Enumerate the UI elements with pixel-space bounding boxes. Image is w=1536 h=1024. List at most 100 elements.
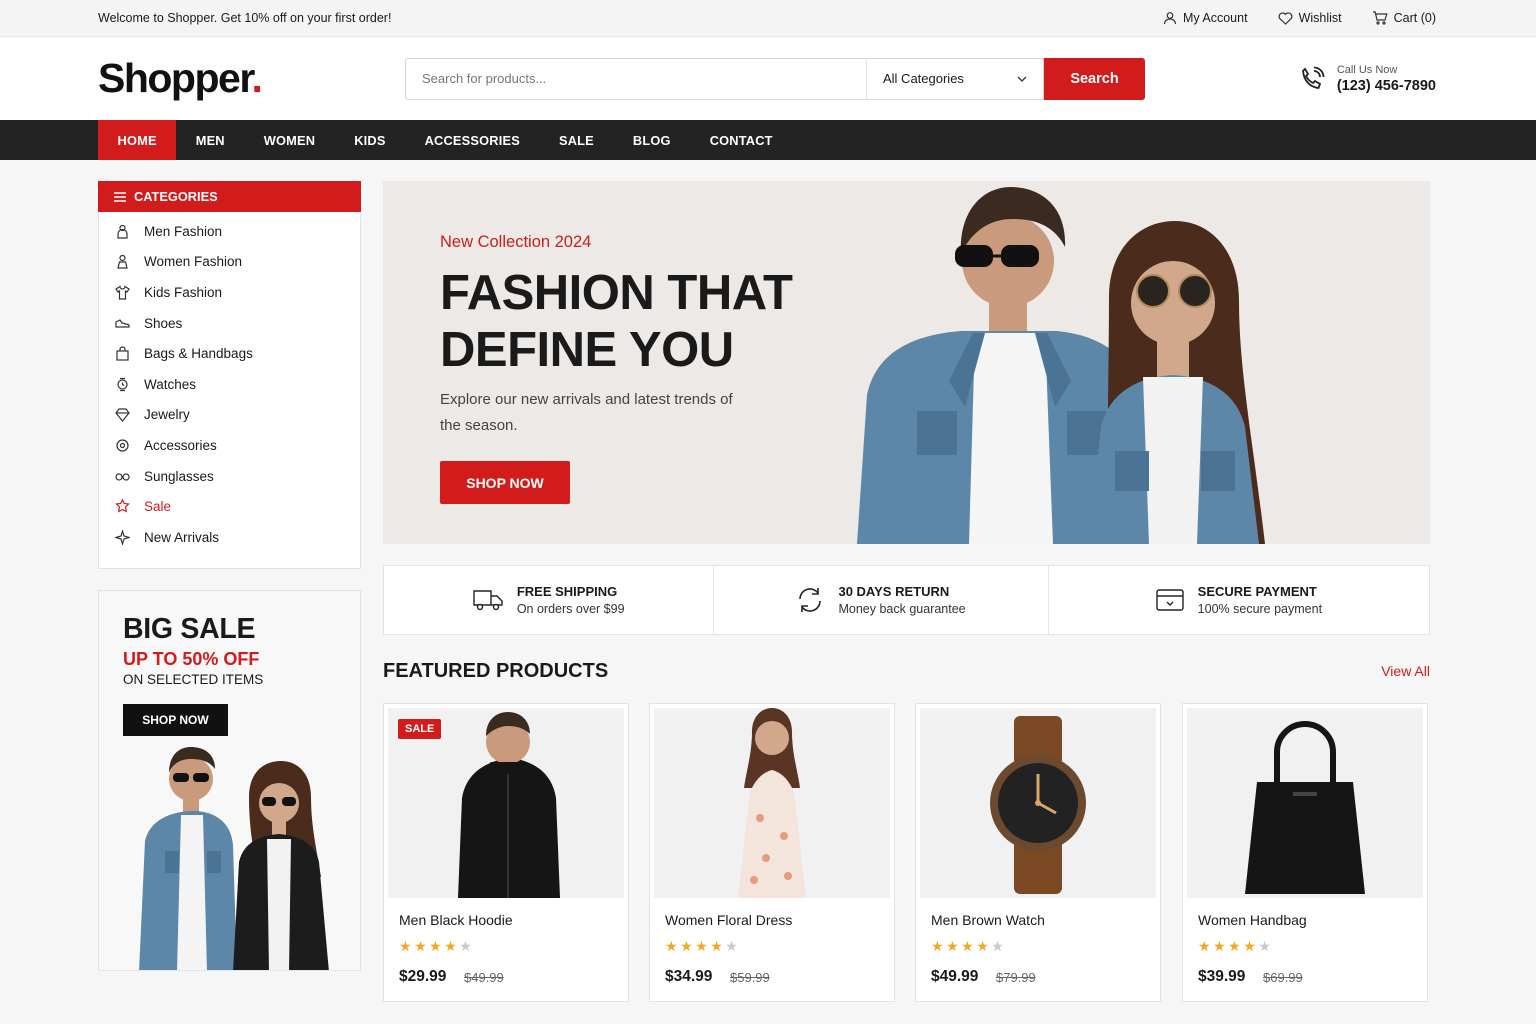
star-empty-icon: ★ (459, 938, 472, 954)
category-label: Jewelry (144, 407, 190, 423)
category-label: Women Fashion (144, 254, 243, 270)
category-label: Sale (144, 499, 172, 515)
my-account-label: My Account (1182, 11, 1248, 25)
nav-kids[interactable]: KIDS (335, 120, 405, 160)
category-watches[interactable]: Watches (99, 369, 360, 400)
call-label: Call Us Now (1336, 63, 1398, 76)
categories-header: CATEGORIES (98, 181, 361, 212)
sale-badge: SALE (398, 719, 442, 739)
hero-title: FASHION THAT DEFINE YOU (440, 265, 860, 379)
call-us: Call Us Now (123) 456-7890 (1299, 64, 1436, 94)
category-label: Sunglasses (144, 468, 214, 484)
payment-icon (1155, 588, 1184, 612)
hero-shop-now-button[interactable]: SHOP NOW (440, 461, 570, 504)
promo-subtitle-2: ON SELECTED ITEMS (123, 672, 264, 687)
star-icon: ★ (931, 938, 944, 954)
promo-banner: BIG SALE UP TO 50% OFF ON SELECTED ITEMS… (98, 590, 361, 971)
feature-subtitle: 100% secure payment (1197, 602, 1323, 616)
nav-home[interactable]: HOME (98, 120, 177, 160)
category-men-fashion[interactable]: Men Fashion (99, 216, 360, 247)
star-empty-icon: ★ (1258, 938, 1271, 954)
return-icon (796, 587, 824, 613)
category-accessories[interactable]: Accessories (99, 430, 360, 461)
category-women-fashion[interactable]: Women Fashion (99, 247, 360, 278)
product-name: Men Brown Watch (931, 912, 1045, 928)
product-card[interactable]: SALE Men Black Hoodie ★ ★ ★ ★ ★ $29.99 $49.9… (383, 703, 629, 1002)
product-rating: ★ ★ ★ ★ ★ (1198, 938, 1271, 955)
feature-title: FREE SHIPPING (516, 584, 618, 599)
search-button[interactable]: Search (1044, 57, 1145, 100)
product-card[interactable]: Men Brown Watch ★ ★ ★ ★ ★ $49.99 $79.99 (915, 703, 1161, 1002)
promo-title: BIG SALE (123, 613, 256, 645)
feature-title: 30 DAYS RETURN (838, 584, 950, 599)
wishlist-link[interactable]: Wishlist (1278, 11, 1342, 25)
star-icon: ★ (429, 938, 442, 954)
main-nav: HOME MEN WOMEN KIDS ACCESSORIES SALE BLO… (0, 120, 1536, 160)
category-select[interactable]: All Categories (866, 57, 1044, 100)
categories-panel: CATEGORIES Men Fashion Women Fashion Kid… (98, 181, 361, 569)
truck-icon (473, 588, 503, 612)
nav-sale[interactable]: SALE (539, 120, 613, 160)
feature-subtitle: Money back guarantee (838, 602, 966, 616)
main-content: CATEGORIES Men Fashion Women Fashion Kid… (0, 160, 1536, 1024)
category-new-arrivals[interactable]: New Arrivals (99, 522, 360, 553)
nav-contact[interactable]: CONTACT (690, 120, 792, 160)
product-card[interactable]: Women Floral Dress ★ ★ ★ ★ ★ $34.99 $59.99 (649, 703, 895, 1002)
product-old-price: $59.99 (730, 970, 770, 985)
star-icon: ★ (1213, 938, 1226, 954)
header: Shopper. All Categories Search Call Us N… (0, 37, 1536, 120)
product-price: $49.99 (931, 968, 979, 985)
logo[interactable]: Shopper. (98, 55, 405, 102)
bag-icon (115, 346, 130, 361)
cart-icon (1372, 11, 1388, 25)
product-price: $39.99 (1198, 968, 1246, 985)
category-sunglasses[interactable]: Sunglasses (99, 461, 360, 492)
feature-title: SECURE PAYMENT (1197, 584, 1317, 599)
cart-link[interactable]: Cart (0) (1372, 11, 1436, 25)
product-image-dress (654, 708, 890, 898)
wishlist-label: Wishlist (1298, 11, 1342, 25)
nav-accessories[interactable]: ACCESSORIES (405, 120, 539, 160)
menu-icon (114, 191, 126, 202)
product-image-hoodie: SALE (388, 708, 624, 898)
nav-women[interactable]: WOMEN (244, 120, 334, 160)
logo-dot: . (251, 55, 263, 101)
product-price: $29.99 (399, 968, 447, 985)
person-icon (115, 254, 130, 269)
product-old-price: $69.99 (1263, 970, 1303, 985)
hero-title-line-2: DEFINE YOU (440, 323, 734, 377)
product-rating: ★ ★ ★ ★ ★ (931, 938, 1004, 955)
view-all-link[interactable]: View All (1381, 663, 1430, 679)
welcome-text: Welcome to Shopper. Get 10% off on your … (98, 11, 392, 25)
category-jewelry[interactable]: Jewelry (99, 400, 360, 431)
top-bar: Welcome to Shopper. Get 10% off on your … (0, 0, 1536, 37)
promo-shop-now-button[interactable]: SHOP NOW (123, 704, 228, 736)
shirt-icon (115, 285, 130, 300)
category-bags[interactable]: Bags & Handbags (99, 338, 360, 369)
search-input[interactable] (405, 57, 866, 100)
nav-blog[interactable]: BLOG (613, 120, 690, 160)
category-select-value: All Categories (883, 71, 964, 86)
product-name: Men Black Hoodie (399, 912, 513, 928)
product-name: Women Handbag (1198, 912, 1307, 928)
product-card[interactable]: Women Handbag ★ ★ ★ ★ ★ $39.99 $69.99 (1182, 703, 1428, 1002)
search-bar: All Categories Search (405, 57, 1145, 100)
category-kids-fashion[interactable]: Kids Fashion (99, 277, 360, 308)
my-account-link[interactable]: My Account (1163, 11, 1248, 25)
nav-men[interactable]: MEN (176, 120, 244, 160)
star-empty-icon: ★ (991, 938, 1004, 954)
hero-description: Explore our new arrivals and latest tren… (440, 391, 733, 434)
person-icon (115, 224, 130, 239)
category-sale[interactable]: Sale (99, 491, 360, 522)
feature-30-days-return: 30 DAYS RETURN Money back guarantee (714, 566, 1049, 634)
badge-icon (115, 438, 130, 453)
category-shoes[interactable]: Shoes (99, 308, 360, 339)
product-image-handbag (1187, 708, 1423, 898)
hero-banner: New Collection 2024 FASHION THAT DEFINE … (383, 181, 1430, 544)
star-icon: ★ (710, 938, 723, 954)
feature-secure-payment: SECURE PAYMENT 100% secure payment (1049, 566, 1429, 634)
star-icon: ★ (414, 938, 427, 954)
watch-icon (115, 377, 130, 392)
promo-models-image (99, 741, 360, 970)
category-label: Watches (144, 376, 197, 392)
